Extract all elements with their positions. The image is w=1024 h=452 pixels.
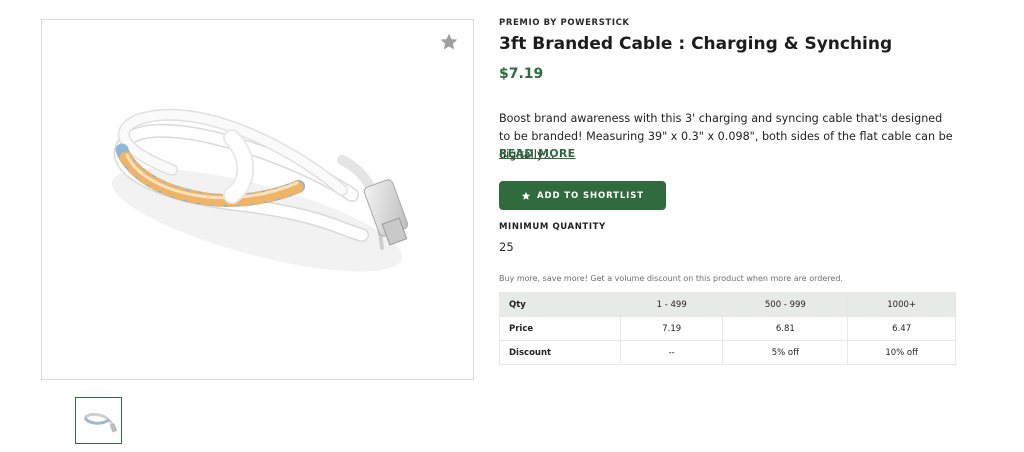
pricing-header-cell: Qty <box>499 292 621 317</box>
pricing-header-row: Qty 1 - 499 500 - 999 1000+ <box>499 292 956 317</box>
shortlist-label: ADD TO SHORTLIST <box>537 190 644 201</box>
add-to-shortlist-button[interactable]: ADD TO SHORTLIST <box>499 181 666 210</box>
usb-cable-image <box>111 108 409 272</box>
table-cell: -- <box>619 340 724 365</box>
table-cell: Price <box>499 316 621 341</box>
pricing-header-cell: 1 - 499 <box>619 292 724 317</box>
minimum-quantity-value: 25 <box>499 240 514 254</box>
volume-discount-note: Buy more, save more! Get a volume discou… <box>499 274 843 283</box>
minimum-quantity-label: MINIMUM QUANTITY <box>499 222 606 232</box>
star-icon <box>521 191 531 200</box>
product-title: 3ft Branded Cable : Charging & Synching <box>499 34 893 54</box>
table-row: Discount -- 5% off 10% off <box>499 340 956 365</box>
table-cell: 5% off <box>722 340 849 365</box>
product-price: $7.19 <box>499 66 544 82</box>
brand-label: PREMIO BY POWERSTICK <box>499 18 630 28</box>
table-cell: 7.19 <box>619 316 724 341</box>
pricing-table: Qty 1 - 499 500 - 999 1000+ Price 7.19 6… <box>499 292 956 365</box>
product-main-image <box>41 19 474 380</box>
table-cell: 10% off <box>847 340 956 365</box>
read-more-link[interactable]: READ MORE <box>499 147 575 160</box>
pricing-header-cell: 1000+ <box>847 292 956 317</box>
table-row: Price 7.19 6.81 6.47 <box>499 316 956 341</box>
table-cell: Discount <box>499 340 621 365</box>
pricing-header-cell: 500 - 999 <box>722 292 849 317</box>
usb-cable-thumbnail <box>83 412 117 432</box>
product-thumbnail[interactable] <box>75 397 122 444</box>
favorite-star-icon[interactable] <box>439 32 459 52</box>
table-cell: 6.81 <box>722 316 849 341</box>
table-cell: 6.47 <box>847 316 956 341</box>
